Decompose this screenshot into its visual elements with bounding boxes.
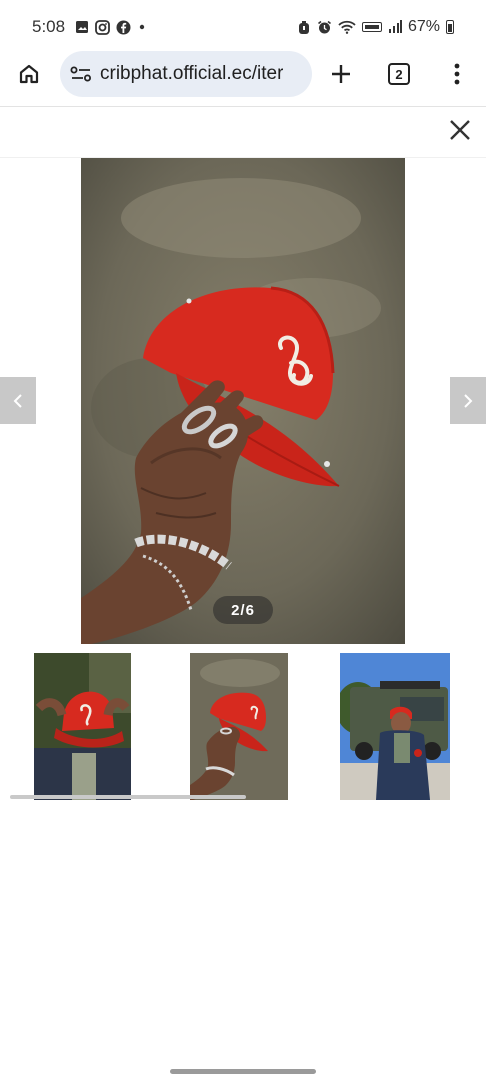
home-button[interactable]: [14, 59, 44, 89]
chevron-right-icon: [464, 393, 473, 408]
facebook-icon: [116, 20, 131, 34]
thumbnail-scrollbar[interactable]: [10, 795, 246, 799]
toolbar-divider: [0, 106, 486, 107]
previous-image-button[interactable]: [0, 377, 36, 424]
more-vert-icon: [454, 63, 460, 85]
gallery-icon: [76, 21, 89, 33]
toolbar-actions: 2: [326, 59, 472, 89]
thumbnail-image-cap-front: [34, 653, 131, 800]
tab-switcher-button[interactable]: 2: [384, 59, 414, 89]
close-icon: [450, 120, 470, 140]
thumbnail-image-man-truck: [340, 653, 450, 800]
signal-icon: [388, 20, 402, 33]
photo-hand-holding-red-cap: [81, 158, 405, 644]
thumbnail-1[interactable]: [34, 653, 131, 800]
close-button[interactable]: [446, 116, 474, 144]
dot-icon: [139, 24, 145, 30]
thumbnail-image-cap-hand: [190, 653, 288, 800]
tab-count: 2: [388, 63, 410, 85]
site-settings-icon[interactable]: [70, 65, 92, 83]
next-image-button[interactable]: [450, 377, 486, 424]
browser-toolbar: cribphat.official.ec/iter 2: [0, 46, 486, 102]
url-text: cribphat.official.ec/iter: [100, 63, 284, 84]
battery-percent: 67%: [407, 18, 440, 35]
chevron-left-icon: [13, 393, 22, 408]
volte-icon: [361, 22, 382, 32]
alarm-icon: [298, 20, 309, 34]
battery-icon: [446, 20, 454, 34]
thumbnail-3[interactable]: [340, 653, 450, 800]
wifi-icon: [338, 20, 356, 34]
instagram-icon: [95, 19, 110, 35]
menu-button[interactable]: [442, 59, 472, 89]
product-image-main[interactable]: [81, 158, 405, 644]
home-icon: [19, 64, 39, 84]
alarm-clock-icon: [317, 20, 331, 33]
address-bar[interactable]: cribphat.official.ec/iter: [60, 51, 312, 97]
thumbnail-2[interactable]: [190, 653, 288, 800]
gesture-navigation-bar[interactable]: [170, 1069, 316, 1074]
status-time: 5:08: [32, 17, 66, 36]
new-tab-button[interactable]: [326, 59, 356, 89]
notification-icons: [75, 19, 147, 35]
plus-icon: [332, 65, 350, 83]
system-icons: 67%: [297, 18, 454, 36]
image-counter: 2/6: [213, 596, 273, 624]
